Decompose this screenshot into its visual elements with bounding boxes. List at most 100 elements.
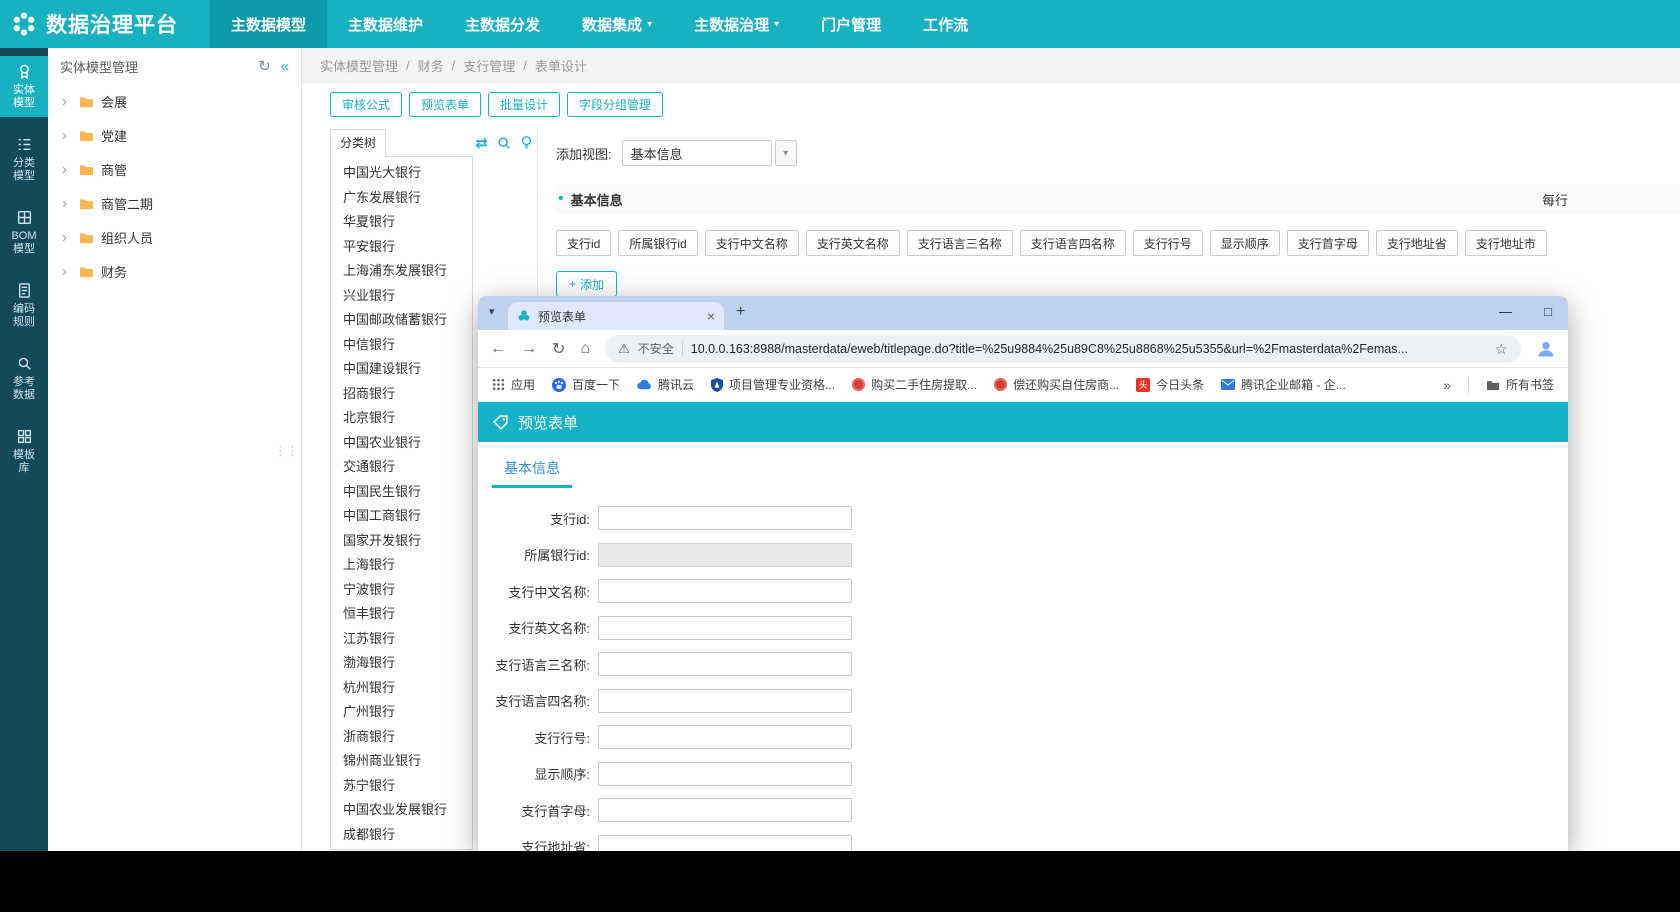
collapse-panel-icon[interactable]: « bbox=[281, 58, 289, 75]
back-icon[interactable]: ← bbox=[490, 340, 506, 358]
field-input[interactable] bbox=[598, 762, 852, 786]
nav-item-master-data-maintenance[interactable]: 主数据维护 bbox=[327, 0, 444, 48]
expand-chevron-icon[interactable]: › bbox=[62, 229, 72, 246]
bookmark-tencent-exmail[interactable]: 腾讯企业邮箱 - 企... bbox=[1221, 376, 1346, 393]
expand-chevron-icon[interactable]: › bbox=[62, 93, 72, 110]
search-icon[interactable] bbox=[497, 136, 511, 150]
bookmark-housing-fund-1[interactable]: 购买二手住房提取... bbox=[852, 376, 977, 393]
field-chip[interactable]: 支行id bbox=[556, 230, 611, 256]
rail-item-bom-model[interactable]: BOM 模型 bbox=[0, 202, 48, 263]
bookmark-baidu[interactable]: 百度一下 bbox=[552, 376, 620, 393]
toolbar-button[interactable]: 审核公式 bbox=[330, 92, 402, 117]
home-icon[interactable]: ⌂ bbox=[580, 340, 590, 358]
field-input[interactable] bbox=[598, 579, 852, 603]
rail-item-template-library[interactable]: 模板 库 bbox=[0, 421, 48, 482]
field-chip[interactable]: 支行地址市 bbox=[1465, 230, 1547, 256]
bookmarks-overflow-icon[interactable]: » bbox=[1443, 377, 1451, 393]
bank-item[interactable]: 杭州银行 bbox=[331, 676, 472, 701]
view-select-dropdown-icon[interactable]: ▾ bbox=[775, 140, 797, 166]
bank-item[interactable]: 北京银行 bbox=[331, 406, 472, 431]
bank-item[interactable]: 浙商银行 bbox=[331, 725, 472, 750]
field-chip[interactable]: 支行首字母 bbox=[1287, 230, 1369, 256]
bank-item[interactable]: 中国民生银行 bbox=[331, 480, 472, 505]
bank-item[interactable]: 招商银行 bbox=[331, 382, 472, 407]
field-chip[interactable]: 支行语言三名称 bbox=[907, 230, 1013, 256]
rail-item-entity-model[interactable]: 实体 模型 bbox=[0, 56, 48, 117]
add-field-button[interactable]: + 添加 bbox=[556, 271, 617, 297]
forward-icon[interactable]: → bbox=[521, 340, 537, 358]
panel-resize-handle[interactable]: ⋮⋮ bbox=[274, 448, 298, 454]
tree-folder-row[interactable]: › 商管 bbox=[48, 152, 301, 186]
field-chip[interactable]: 支行语言四名称 bbox=[1020, 230, 1126, 256]
field-input[interactable] bbox=[598, 798, 852, 822]
bookmark-toutiao[interactable]: 头 今日头条 bbox=[1136, 376, 1204, 393]
field-input[interactable] bbox=[598, 835, 852, 851]
field-chip[interactable]: 显示顺序 bbox=[1210, 230, 1280, 256]
rail-item-classification-model[interactable]: 分类 模型 bbox=[0, 129, 48, 190]
tab-search-icon[interactable]: ▾ bbox=[489, 305, 495, 318]
nav-item-data-integration[interactable]: 数据集成▾ bbox=[561, 0, 673, 48]
field-chip[interactable]: 支行地址省 bbox=[1376, 230, 1458, 256]
bookmark-apps[interactable]: 应用 bbox=[492, 376, 535, 393]
bank-item[interactable]: 国家开发银行 bbox=[331, 529, 472, 554]
field-input[interactable] bbox=[598, 652, 852, 676]
profile-avatar-icon[interactable] bbox=[1536, 339, 1556, 359]
nav-item-master-data-distribution[interactable]: 主数据分发 bbox=[444, 0, 561, 48]
nav-item-master-data-governance[interactable]: 主数据治理▾ bbox=[673, 0, 800, 48]
url-text[interactable]: 10.0.0.163:8988/masterdata/eweb/titlepag… bbox=[691, 342, 1487, 356]
nav-item-workflow[interactable]: 工作流 bbox=[902, 0, 989, 48]
tab-category-tree[interactable]: 分类树 bbox=[330, 129, 386, 157]
bank-item[interactable]: 锦州商业银行 bbox=[331, 749, 472, 774]
tab-basic-info[interactable]: 基本信息 bbox=[492, 452, 572, 488]
bank-item[interactable]: 华夏银行 bbox=[331, 210, 472, 235]
all-bookmarks[interactable]: 所有书签 bbox=[1486, 376, 1554, 393]
bank-item[interactable]: 中国工商银行 bbox=[331, 504, 472, 529]
field-chip[interactable]: 支行行号 bbox=[1133, 230, 1203, 256]
bank-item[interactable]: 中国农业发展银行 bbox=[331, 798, 472, 823]
bank-item[interactable]: 宁波银行 bbox=[331, 578, 472, 603]
tree-folder-row[interactable]: › 商管二期 bbox=[48, 186, 301, 220]
field-input[interactable] bbox=[598, 506, 852, 530]
tree-folder-row[interactable]: › 财务 bbox=[48, 254, 301, 288]
bank-item[interactable]: 兴业银行 bbox=[331, 284, 472, 309]
bookmark-housing-fund-2[interactable]: 偿还购买自住房商... bbox=[994, 376, 1119, 393]
bank-item[interactable]: 中国光大银行 bbox=[331, 161, 472, 186]
field-input[interactable] bbox=[598, 616, 852, 640]
bank-item[interactable]: 中信银行 bbox=[331, 333, 472, 358]
bookmark-pmp[interactable]: 项目管理专业资格... bbox=[711, 376, 835, 393]
new-tab-icon[interactable]: + bbox=[736, 303, 745, 321]
field-input[interactable] bbox=[598, 689, 852, 713]
field-input[interactable] bbox=[598, 543, 852, 567]
expand-chevron-icon[interactable]: › bbox=[62, 195, 72, 212]
browser-titlebar[interactable]: ▾ 预览表单 × + — □ bbox=[478, 296, 1568, 330]
bank-item[interactable]: 苏宁银行 bbox=[331, 774, 472, 799]
view-select-value[interactable]: 基本信息 bbox=[622, 140, 772, 166]
rail-item-coding-rules[interactable]: 编码 规则 bbox=[0, 275, 48, 336]
bank-item[interactable]: 渤海银行 bbox=[331, 651, 472, 676]
bulb-icon[interactable] bbox=[520, 135, 533, 150]
bank-item[interactable]: 上海银行 bbox=[331, 553, 472, 578]
security-label[interactable]: 不安全 bbox=[638, 340, 674, 357]
bank-item[interactable]: 恒丰银行 bbox=[331, 602, 472, 627]
field-input[interactable] bbox=[598, 725, 852, 749]
tree-folder-row[interactable]: › 会展 bbox=[48, 84, 301, 118]
bookmark-tencent-cloud[interactable]: 腾讯云 bbox=[637, 376, 694, 393]
bank-item[interactable]: 成都银行 bbox=[331, 823, 472, 848]
bank-item[interactable]: 中国建设银行 bbox=[331, 357, 472, 382]
nav-item-master-data-model[interactable]: 主数据模型 bbox=[210, 0, 327, 48]
tree-folder-row[interactable]: › 组织人员 bbox=[48, 220, 301, 254]
bank-item[interactable]: 广东发展银行 bbox=[331, 186, 472, 211]
nav-item-portal-management[interactable]: 门户管理 bbox=[800, 0, 902, 48]
bank-item[interactable]: 广州银行 bbox=[331, 700, 472, 725]
bank-item[interactable]: 江苏银行 bbox=[331, 627, 472, 652]
browser-tab[interactable]: 预览表单 × bbox=[508, 302, 724, 330]
rail-item-reference-data[interactable]: 参考 数据 bbox=[0, 348, 48, 409]
refresh-icon[interactable]: ↻ bbox=[258, 57, 271, 75]
bookmark-star-icon[interactable]: ☆ bbox=[1495, 340, 1508, 358]
field-chip[interactable]: 支行英文名称 bbox=[806, 230, 900, 256]
tree-folder-row[interactable]: › 党建 bbox=[48, 118, 301, 152]
bank-item[interactable]: 中国邮政储蓄银行 bbox=[331, 308, 472, 333]
toolbar-button[interactable]: 批量设计 bbox=[488, 92, 560, 117]
toolbar-button[interactable]: 预览表单 bbox=[409, 92, 481, 117]
field-chip[interactable]: 支行中文名称 bbox=[705, 230, 799, 256]
